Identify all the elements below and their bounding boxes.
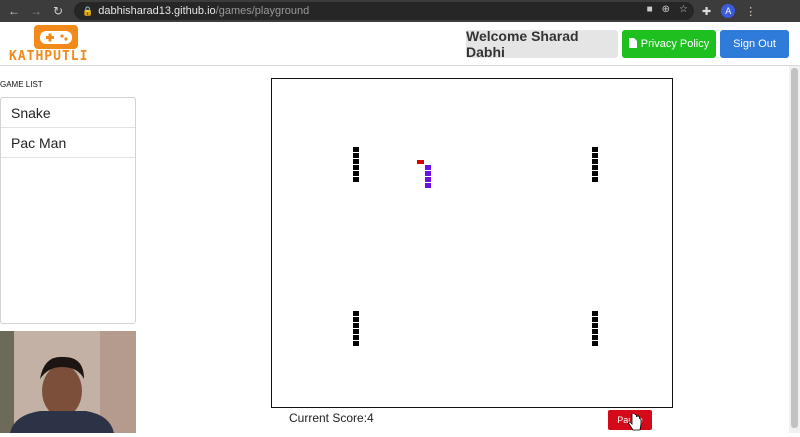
scrollbar-thumb[interactable] [791,68,798,428]
game-list: Snake Pac Man [0,97,136,324]
url-path: /games/playground [215,5,310,17]
privacy-policy-label: Privacy Policy [640,38,710,50]
site-header: KATHPUTLI Welcome Sharad Dabhi Privacy P… [0,22,800,66]
camera-icon[interactable]: ■ [647,4,653,15]
obstacle-top-right [592,147,598,182]
url-host: dabhisharad13.github.io [98,5,216,17]
snake-body [425,165,431,188]
current-score: Current Score:4 [289,411,374,425]
profile-avatar[interactable]: A [721,4,736,18]
game-board[interactable] [271,78,673,408]
document-icon [628,37,637,51]
hand-cursor-icon [628,408,642,437]
lock-icon: 🔒 [82,5,94,16]
site-logo[interactable]: KATHPUTLI [8,25,104,65]
browser-toolbar: ← → ↻ 🔒 dabhisharad13.github.io/games/pl… [0,0,800,22]
game-list-heading: GAME LIST [0,80,43,89]
logo-text: KATHPUTLI [9,49,89,64]
address-bar[interactable]: 🔒 dabhisharad13.github.io/games/playgrou… [74,2,694,20]
obstacle-bottom-left [353,311,359,346]
game-item-pac-man[interactable]: Pac Man [1,128,135,158]
back-arrow-icon[interactable]: ← [6,3,22,19]
extensions-icon[interactable]: ✚ [702,5,711,18]
gamepad-icon [34,25,78,49]
sign-out-button[interactable]: Sign Out [720,30,789,58]
privacy-policy-button[interactable]: Privacy Policy [622,30,716,58]
obstacle-bottom-right [592,311,598,346]
reload-icon[interactable]: ↻ [50,3,66,19]
forward-arrow-icon[interactable]: → [28,3,44,19]
menu-dots-icon[interactable]: ⋮ [745,5,756,18]
snake-food [417,160,424,164]
obstacle-top-left [353,147,359,182]
zoom-icon[interactable]: ⊕ [662,4,670,15]
welcome-banner: Welcome Sharad Dabhi [466,28,618,60]
webcam-preview [0,331,136,433]
bookmark-star-icon[interactable]: ☆ [679,4,688,15]
game-item-snake[interactable]: Snake [1,98,135,128]
